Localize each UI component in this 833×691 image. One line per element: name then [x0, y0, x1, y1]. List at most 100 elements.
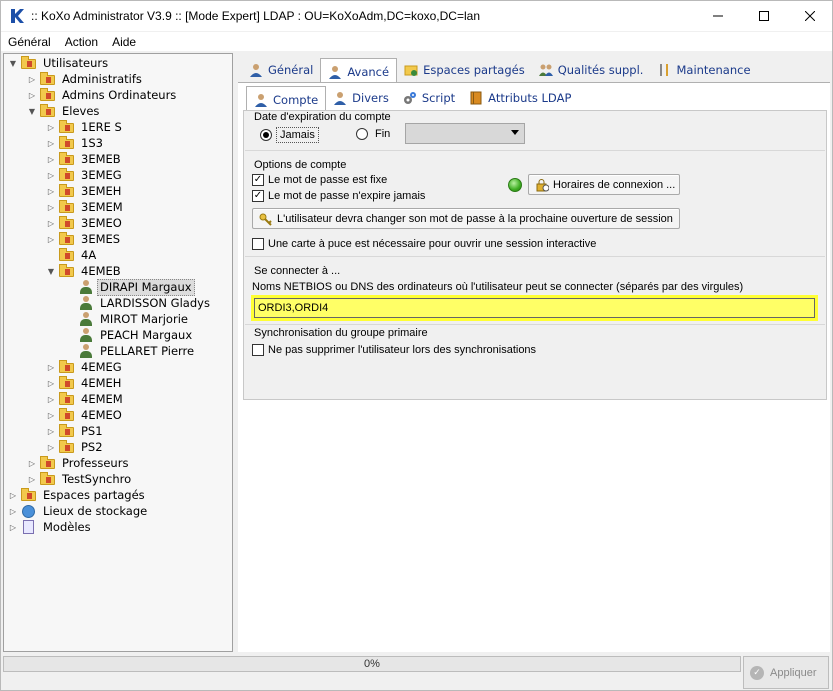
tree-item[interactable]: ▷ 3EMEH: [46, 183, 124, 199]
tree-item-label: 4EMEO: [81, 407, 122, 422]
subtab-attributs-ldap[interactable]: Attributs LDAP: [462, 86, 578, 110]
menu-general[interactable]: Général: [1, 35, 58, 49]
tree-item[interactable]: ▷ 4EMEO: [46, 407, 125, 423]
check-no-delete-label: Ne pas supprimer l'utilisateur lors des …: [268, 344, 537, 356]
check-smartcard[interactable]: Une carte à puce est nécessaire pour ouv…: [252, 238, 596, 250]
computers-input[interactable]: ORDI3,ORDI4: [254, 298, 815, 318]
tab-g-n-ral[interactable]: Général: [242, 58, 320, 82]
chevron-right-icon[interactable]: ▷: [46, 167, 56, 183]
chevron-right-icon[interactable]: ▷: [46, 439, 56, 455]
hours-button[interactable]: Horaires de connexion ...: [528, 174, 680, 195]
tree-item[interactable]: ▷ 3EMEM: [46, 199, 126, 215]
tree-item[interactable]: ▷ 3EMEO: [46, 215, 125, 231]
tree-item[interactable]: 4A: [46, 247, 99, 263]
user-icon: [78, 344, 94, 358]
chevron-right-icon[interactable]: ▷: [8, 519, 18, 535]
folder-lock-icon: [59, 168, 75, 182]
options-title: Options de compte: [254, 159, 347, 171]
tree-item[interactable]: ▷ 4EMEG: [46, 359, 125, 375]
tab-maintenance[interactable]: Maintenance: [650, 58, 757, 82]
expiration-date-select[interactable]: [405, 123, 525, 144]
chevron-right-icon[interactable]: ▷: [46, 375, 56, 391]
chevron-down-icon[interactable]: ▼: [8, 55, 18, 71]
apply-button[interactable]: ✓ Appliquer: [743, 656, 829, 689]
chevron-right-icon[interactable]: ▷: [46, 391, 56, 407]
menu-action[interactable]: Action: [58, 35, 105, 49]
tree-item[interactable]: ▼ 4EMEB: [46, 263, 124, 279]
tab-body: Compte Divers Script Attributs LDAP Date d'…: [238, 82, 830, 652]
chevron-down-icon[interactable]: ▼: [46, 263, 56, 279]
chevron-right-icon[interactable]: ▷: [46, 359, 56, 375]
chevron-right-icon[interactable]: ▷: [46, 151, 56, 167]
folder-lock-icon: [59, 408, 75, 422]
tree-item[interactable]: ▷ 3EMEB: [46, 151, 124, 167]
radio-fin-label: Fin: [375, 128, 391, 140]
chevron-right-icon[interactable]: ▷: [46, 119, 56, 135]
chevron-right-icon[interactable]: ▷: [46, 199, 56, 215]
check-pwd-never-expire[interactable]: ✓ Le mot de passe n'expire jamais: [252, 190, 425, 202]
check-no-delete[interactable]: Ne pas supprimer l'utilisateur lors des …: [252, 344, 536, 356]
chevron-right-icon[interactable]: ▷: [27, 71, 37, 87]
tree-item[interactable]: ▷ 3EMES: [46, 231, 123, 247]
tree-item[interactable]: ▷ 3EMEG: [46, 167, 125, 183]
tree-item[interactable]: ▼ Utilisateurs: [8, 55, 111, 71]
chevron-right-icon[interactable]: ▷: [46, 423, 56, 439]
tree-item[interactable]: ▷ Administratifs: [27, 71, 145, 87]
close-icon: [805, 11, 815, 21]
main-window: :: KoXo Administrator V3.9 :: [Mode Expe…: [0, 0, 833, 691]
tree-item[interactable]: ▷ PS1: [46, 423, 106, 439]
tree-item[interactable]: ▷ Lieux de stockage: [8, 503, 150, 519]
apply-button-label: Appliquer: [770, 666, 817, 679]
tree-item[interactable]: ▷ PS2: [46, 439, 106, 455]
tree-item-label: DIRAPI Margaux: [97, 278, 195, 296]
tab-qualit-s-suppl-[interactable]: Qualités suppl.: [532, 58, 651, 82]
chevron-down-icon[interactable]: ▼: [27, 103, 37, 119]
menu-aide[interactable]: Aide: [105, 35, 143, 49]
tree-item[interactable]: MIROT Marjorie: [65, 311, 191, 327]
tree-item[interactable]: ▼ Eleves: [27, 103, 102, 119]
tree-item[interactable]: ▷ 1S3: [46, 135, 106, 151]
chevron-right-icon[interactable]: ▷: [46, 183, 56, 199]
check-pwd-fixed[interactable]: ✓ Le mot de passe est fixe: [252, 174, 387, 186]
chevron-right-icon[interactable]: ▷: [8, 487, 18, 503]
chevron-right-icon[interactable]: ▷: [27, 455, 37, 471]
tree-item[interactable]: ▷ 4EMEH: [46, 375, 124, 391]
tree-view[interactable]: ▼ Utilisateurs ▷ Administratifs ▷ Admins Ordi…: [3, 53, 233, 652]
folder-lock-icon: [59, 120, 75, 134]
radio-jamais[interactable]: Jamais: [260, 127, 319, 143]
chevron-right-icon[interactable]: ▷: [46, 231, 56, 247]
change-password-button[interactable]: L'utilisateur devra changer son mot de p…: [252, 208, 680, 229]
chevron-right-icon[interactable]: ▷: [27, 87, 37, 103]
chevron-right-icon[interactable]: ▷: [46, 135, 56, 151]
subtab-compte[interactable]: Compte: [246, 86, 327, 112]
subtab-script[interactable]: Script: [396, 86, 462, 110]
tree-item[interactable]: ▷ 4EMEM: [46, 391, 126, 407]
tree-item[interactable]: LARDISSON Gladys: [65, 295, 213, 311]
tab-avanc-[interactable]: Avancé: [320, 58, 398, 84]
checkbox-smartcard: [252, 238, 264, 250]
subtab-divers[interactable]: Divers: [326, 86, 396, 110]
user-icon: [78, 312, 94, 326]
chevron-right-icon[interactable]: ▷: [46, 215, 56, 231]
tree-item[interactable]: ▷ Admins Ordinateurs: [27, 87, 179, 103]
tree-item[interactable]: ▷ Modèles: [8, 519, 94, 535]
tree-item[interactable]: ▷ TestSynchro: [27, 471, 134, 487]
tree-item[interactable]: DIRAPI Margaux: [65, 278, 195, 296]
close-button[interactable]: [787, 1, 833, 31]
folder-lock-icon: [59, 360, 75, 374]
tab-espaces-partag-s[interactable]: Espaces partagés: [397, 58, 532, 82]
tree-item[interactable]: ▷ 1ERE S: [46, 119, 125, 135]
tree-item[interactable]: PEACH Margaux: [65, 327, 195, 343]
minimize-button[interactable]: [695, 1, 741, 31]
tree-item-label: 3EMEM: [81, 199, 123, 214]
tree-item[interactable]: ▷ Espaces partagés: [8, 487, 148, 503]
chevron-right-icon[interactable]: ▷: [46, 407, 56, 423]
chevron-right-icon[interactable]: ▷: [27, 471, 37, 487]
tree-item[interactable]: ▷ Professeurs: [27, 455, 131, 471]
chevron-right-icon[interactable]: ▷: [8, 503, 18, 519]
tree-item[interactable]: PELLARET Pierre: [65, 343, 197, 359]
radio-fin[interactable]: Fin: [356, 127, 393, 141]
maximize-button[interactable]: [741, 1, 787, 31]
tree-item-label: 4A: [81, 247, 97, 262]
